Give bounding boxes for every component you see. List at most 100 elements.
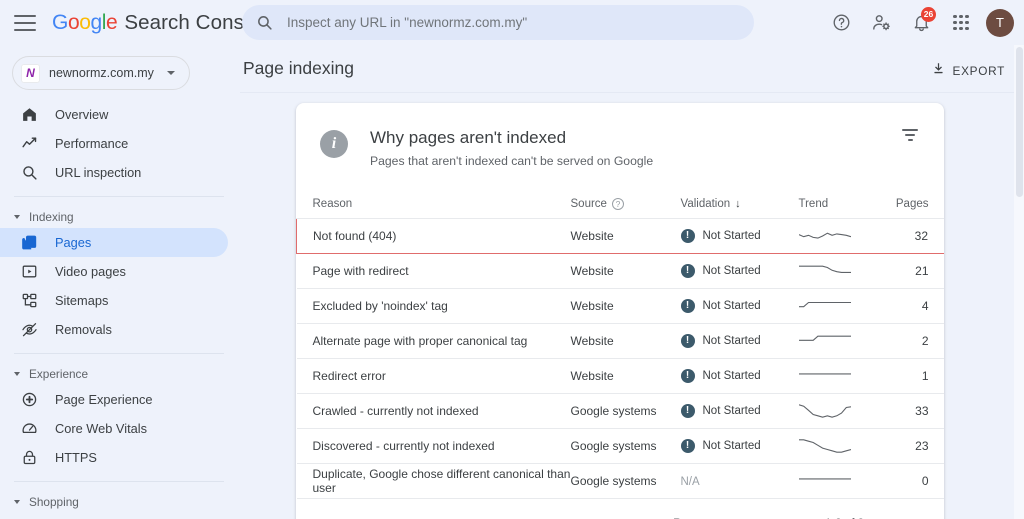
trend-sparkline — [798, 404, 851, 418]
column-header-validation[interactable]: Validation ↓ — [680, 192, 799, 219]
avatar-initial: T — [996, 15, 1004, 30]
sidebar-item-label: Sitemaps — [55, 293, 109, 308]
page-scrollbar-track[interactable] — [1014, 45, 1024, 519]
sidebar-item-performance[interactable]: Performance — [0, 129, 228, 158]
account-settings-icon[interactable] — [864, 6, 898, 40]
notifications-bell-icon[interactable]: 26 — [904, 6, 938, 40]
alert-exclamation-icon: ! — [680, 334, 695, 348]
cell-validation: ! Not Started — [680, 218, 799, 254]
previous-page-button[interactable]: ‹ — [886, 512, 910, 519]
card-subtitle: Pages that aren't indexed can't be serve… — [370, 154, 654, 168]
sidebar-item-pages[interactable]: Pages — [0, 228, 228, 257]
trend-sparkline — [798, 373, 851, 375]
cell-reason: Discovered - currently not indexed — [296, 428, 571, 464]
status-label: Not Started — [702, 335, 761, 347]
page-scrollbar-thumb[interactable] — [1016, 47, 1023, 197]
pages-copy-icon — [20, 234, 38, 252]
sidebar-item-shopping-tab-listings[interactable]: Shopping tab listings — [0, 513, 228, 519]
alert-exclamation-icon: ! — [680, 404, 695, 418]
logo-letter-o1: o — [67, 10, 80, 34]
filter-list-icon[interactable] — [898, 125, 922, 145]
table-row[interactable]: Page with redirect Website! Not Started 21 — [296, 253, 944, 289]
cell-source: Website — [570, 288, 681, 324]
avatar[interactable]: T — [986, 8, 1014, 37]
url-inspection-searchbar[interactable] — [242, 5, 754, 40]
sidebar-item-https[interactable]: HTTPS — [0, 443, 228, 472]
selected-property-label: newnormz.com.my — [49, 66, 154, 80]
column-header-source[interactable]: Source ? — [570, 192, 681, 219]
table-row[interactable]: Alternate page with proper canonical tag… — [296, 323, 944, 359]
search-icon — [256, 14, 273, 31]
table-body: Not found (404) Website! Not Started 32 Page… — [296, 218, 944, 499]
export-label: EXPORT — [952, 64, 1005, 78]
column-header-pages[interactable]: Pages — [878, 192, 944, 219]
sidebar-item-label: Video pages — [55, 264, 126, 279]
table-header-row: Reason Source ? Validation ↓ Trend Pages — [296, 192, 944, 219]
sidebar-item-overview[interactable]: Overview — [0, 100, 228, 129]
brand-logo[interactable]: Google Search Console — [52, 11, 272, 35]
sidebar-item-url-inspection[interactable]: URL inspection — [0, 158, 228, 187]
sidebar-item-page-experience[interactable]: Page Experience — [0, 385, 228, 414]
trending-up-icon — [20, 135, 38, 153]
cell-reason: Page with redirect — [296, 253, 571, 289]
sidebar-item-core-web-vitals[interactable]: Core Web Vitals — [0, 414, 228, 443]
alert-exclamation-icon: ! — [680, 369, 695, 383]
page-header: Page indexing EXPORT — [240, 45, 1024, 93]
next-page-button[interactable]: › — [910, 512, 934, 519]
sidebar-item-label: Page Experience — [55, 392, 153, 407]
video-icon — [20, 263, 38, 281]
trend-sparkline — [798, 265, 851, 273]
logo-letter-e: e — [106, 10, 118, 34]
status-badge: ! Not Started — [680, 299, 799, 313]
sidebar: N newnormz.com.my Overview Performance U… — [0, 45, 240, 519]
cell-reason: Crawled - currently not indexed — [296, 393, 571, 429]
table-row[interactable]: Redirect error Website! Not Started 1 — [296, 358, 944, 394]
cell-reason: Redirect error — [296, 358, 571, 394]
cell-validation: N/A — [680, 463, 799, 499]
table-row[interactable]: Duplicate, Google chose different canoni… — [296, 463, 944, 499]
cell-trend — [798, 358, 879, 394]
table-row[interactable]: Crawled - currently not indexed Google sy… — [296, 393, 944, 429]
cell-validation: ! Not Started — [680, 288, 799, 324]
property-selector[interactable]: N newnormz.com.my — [12, 56, 190, 90]
column-label: Pages — [895, 198, 929, 210]
cell-source: Website — [570, 253, 681, 289]
trend-sparkline — [798, 335, 851, 341]
sidebar-item-removals[interactable]: Removals — [0, 315, 228, 344]
column-header-trend[interactable]: Trend — [798, 192, 879, 219]
status-badge: ! Not Started — [680, 334, 799, 348]
favicon-letter: N — [26, 66, 35, 80]
card-title: Why pages aren't indexed — [370, 128, 567, 147]
table-row[interactable]: Discovered - currently not indexed Google… — [296, 428, 944, 464]
cell-trend — [798, 393, 879, 429]
nav-group-experience[interactable]: Experience — [0, 363, 240, 385]
cell-trend — [798, 288, 879, 324]
cell-validation: ! Not Started — [680, 428, 799, 464]
eye-off-icon — [20, 321, 38, 339]
cell-trend — [798, 218, 879, 254]
table-row[interactable]: Not found (404) Website! Not Started 32 — [296, 218, 944, 254]
help-icon[interactable] — [824, 6, 858, 40]
cell-source: Website — [570, 218, 681, 254]
hamburger-menu-icon[interactable] — [14, 14, 36, 31]
sidebar-item-video-pages[interactable]: Video pages — [0, 257, 228, 286]
google-logo: Google — [52, 10, 118, 35]
nav-group-indexing[interactable]: Indexing — [0, 206, 240, 228]
cell-pages: 1 — [878, 358, 944, 394]
primary-nav: Overview Performance URL inspection Inde… — [0, 100, 240, 519]
search-input[interactable] — [287, 15, 727, 30]
table-row[interactable]: Excluded by 'noindex' tag Website! Not Sta… — [296, 288, 944, 324]
export-button[interactable]: EXPORT — [926, 58, 1011, 84]
nav-group-shopping[interactable]: Shopping — [0, 491, 240, 513]
column-header-reason[interactable]: Reason — [296, 192, 571, 219]
cell-reason: Duplicate, Google chose different canoni… — [296, 463, 571, 499]
status-label: Not Started — [702, 440, 761, 452]
nav-group-label: Indexing — [29, 210, 74, 224]
status-label: N/A — [680, 476, 700, 488]
google-apps-icon[interactable] — [944, 6, 978, 40]
nav-divider — [14, 481, 224, 482]
sidebar-item-label: Pages — [55, 235, 92, 250]
help-icon[interactable]: ? — [611, 198, 624, 210]
sidebar-item-sitemaps[interactable]: Sitemaps — [0, 286, 228, 315]
cell-pages: 33 — [878, 393, 944, 429]
